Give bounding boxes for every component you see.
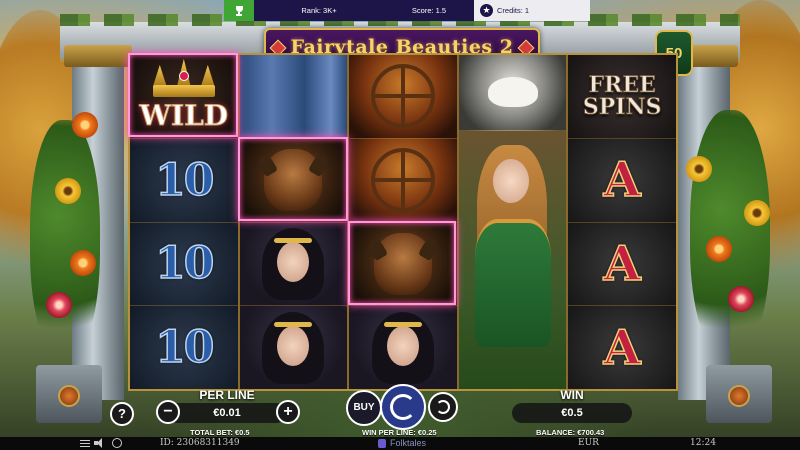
reel-grid: WILD 10 10 10 FREE SPINS A A A: [128, 53, 678, 391]
symbol-rapunzel-stacked: [458, 130, 567, 389]
wild-label: WILD: [139, 98, 229, 132]
beast-portrait: [373, 232, 432, 295]
spins-label: SPINS: [582, 94, 662, 121]
symbol-princess: [349, 306, 457, 389]
bet-info-row: TOTAL BET: €0.5 WIN PER LINE: €0.25 BALA…: [0, 428, 800, 437]
princess-portrait: [262, 311, 325, 384]
spinning-wheel-icon: [370, 64, 435, 129]
flower-icon: [72, 112, 98, 138]
vine-right: [690, 110, 770, 360]
credits-text: Credits: 1: [497, 6, 530, 15]
win-value: €0.5: [512, 403, 632, 423]
flower-icon: [744, 200, 770, 226]
pedestal-emblem: [728, 385, 750, 407]
ten-label: 10: [154, 321, 215, 374]
provider-logo-icon: [378, 439, 386, 448]
menu-icon[interactable]: [80, 440, 90, 447]
a-label: A: [603, 151, 642, 209]
reel-5: FREE SPINS A A A: [568, 55, 676, 389]
symbol-curtain: [239, 55, 348, 139]
symbol-a: A: [568, 138, 676, 223]
spin-button[interactable]: [380, 384, 426, 430]
clock-time: 12:24: [690, 438, 716, 448]
symbol-wild: WILD: [130, 55, 238, 139]
status-bar: ID: 23068311349 Folktales EUR 12:24: [0, 437, 800, 450]
symbol-free-spins: FREE SPINS: [568, 55, 676, 139]
spin-icon: [390, 394, 416, 420]
currency-code: EUR: [578, 438, 599, 448]
help-button[interactable]: ?: [110, 402, 134, 426]
symbol-spinning-wheel: [349, 138, 457, 223]
pedestal-emblem: [58, 385, 80, 407]
score-text: Score: 1.5: [411, 6, 447, 15]
per-line-label: PER LINE: [199, 388, 255, 402]
star-icon: ★: [480, 4, 493, 17]
credits-box: ★ Credits: 1: [474, 0, 590, 21]
princess-portrait: [262, 227, 325, 300]
tournament-bar: Rank: 3K+ Score: 1.5 ★ Credits: 1: [224, 0, 590, 21]
reel-3: [349, 55, 459, 389]
win-panel: WIN €0.5: [512, 388, 632, 430]
sound-icon[interactable]: [94, 438, 106, 448]
free-label: FREE: [588, 72, 656, 99]
vine-left: [30, 120, 100, 360]
flower-icon: [728, 286, 754, 312]
symbol-princess: [239, 222, 348, 307]
ten-label: 10: [154, 154, 215, 207]
autoplay-button[interactable]: [428, 392, 458, 422]
flower-icon: [70, 250, 96, 276]
symbol-beast: [349, 222, 457, 307]
flower-icon: [46, 292, 72, 318]
trophy-icon: [234, 6, 245, 16]
reel-4: [458, 55, 569, 389]
pedestal-right: [706, 365, 772, 423]
win-per-line-text: WIN PER LINE: €0.25: [362, 428, 437, 437]
princess-portrait: [371, 311, 434, 384]
autoplay-icon: [436, 400, 450, 414]
a-label: A: [603, 235, 642, 293]
provider-name: Folktales: [390, 438, 427, 448]
reel-2: [239, 55, 350, 389]
symbol-a: A: [568, 222, 676, 307]
per-line-panel: PER LINE €0.01: [168, 388, 286, 430]
mask-icon: [487, 77, 538, 108]
round-id: ID: 23068311349: [160, 438, 240, 448]
symbol-10: 10: [130, 138, 238, 223]
crown-icon: [149, 58, 219, 97]
pedestal-left: [36, 365, 102, 423]
turbo-icon[interactable]: [112, 438, 122, 448]
symbol-spinning-wheel: [349, 55, 457, 139]
flower-icon: [55, 178, 81, 204]
balance-text: BALANCE: €700.43: [536, 428, 605, 437]
buy-feature-button[interactable]: BUY: [346, 390, 382, 426]
total-bet-text: TOTAL BET: €0.5: [190, 428, 250, 437]
symbol-mask: [458, 55, 567, 131]
flower-icon: [706, 236, 732, 262]
symbol-10: 10: [130, 306, 238, 389]
symbol-10: 10: [130, 222, 238, 307]
spinning-wheel-icon: [370, 148, 435, 213]
rapunzel-portrait: [469, 139, 555, 347]
symbol-beast: [239, 138, 348, 223]
beast-portrait: [264, 149, 323, 212]
flower-icon: [686, 156, 712, 182]
a-label: A: [603, 319, 642, 377]
symbol-princess: [239, 306, 348, 389]
win-label: WIN: [560, 388, 584, 402]
increase-bet-button[interactable]: +: [276, 400, 300, 424]
symbol-a: A: [568, 306, 676, 389]
reel-1: WILD 10 10 10: [130, 55, 240, 389]
per-line-value: €0.01: [168, 403, 286, 423]
pillar-capital: [64, 45, 132, 67]
tournament-button[interactable]: [224, 0, 254, 21]
rank-text: Rank: 3K+: [301, 6, 337, 15]
ten-label: 10: [154, 238, 215, 291]
decrease-bet-button[interactable]: −: [156, 400, 180, 424]
